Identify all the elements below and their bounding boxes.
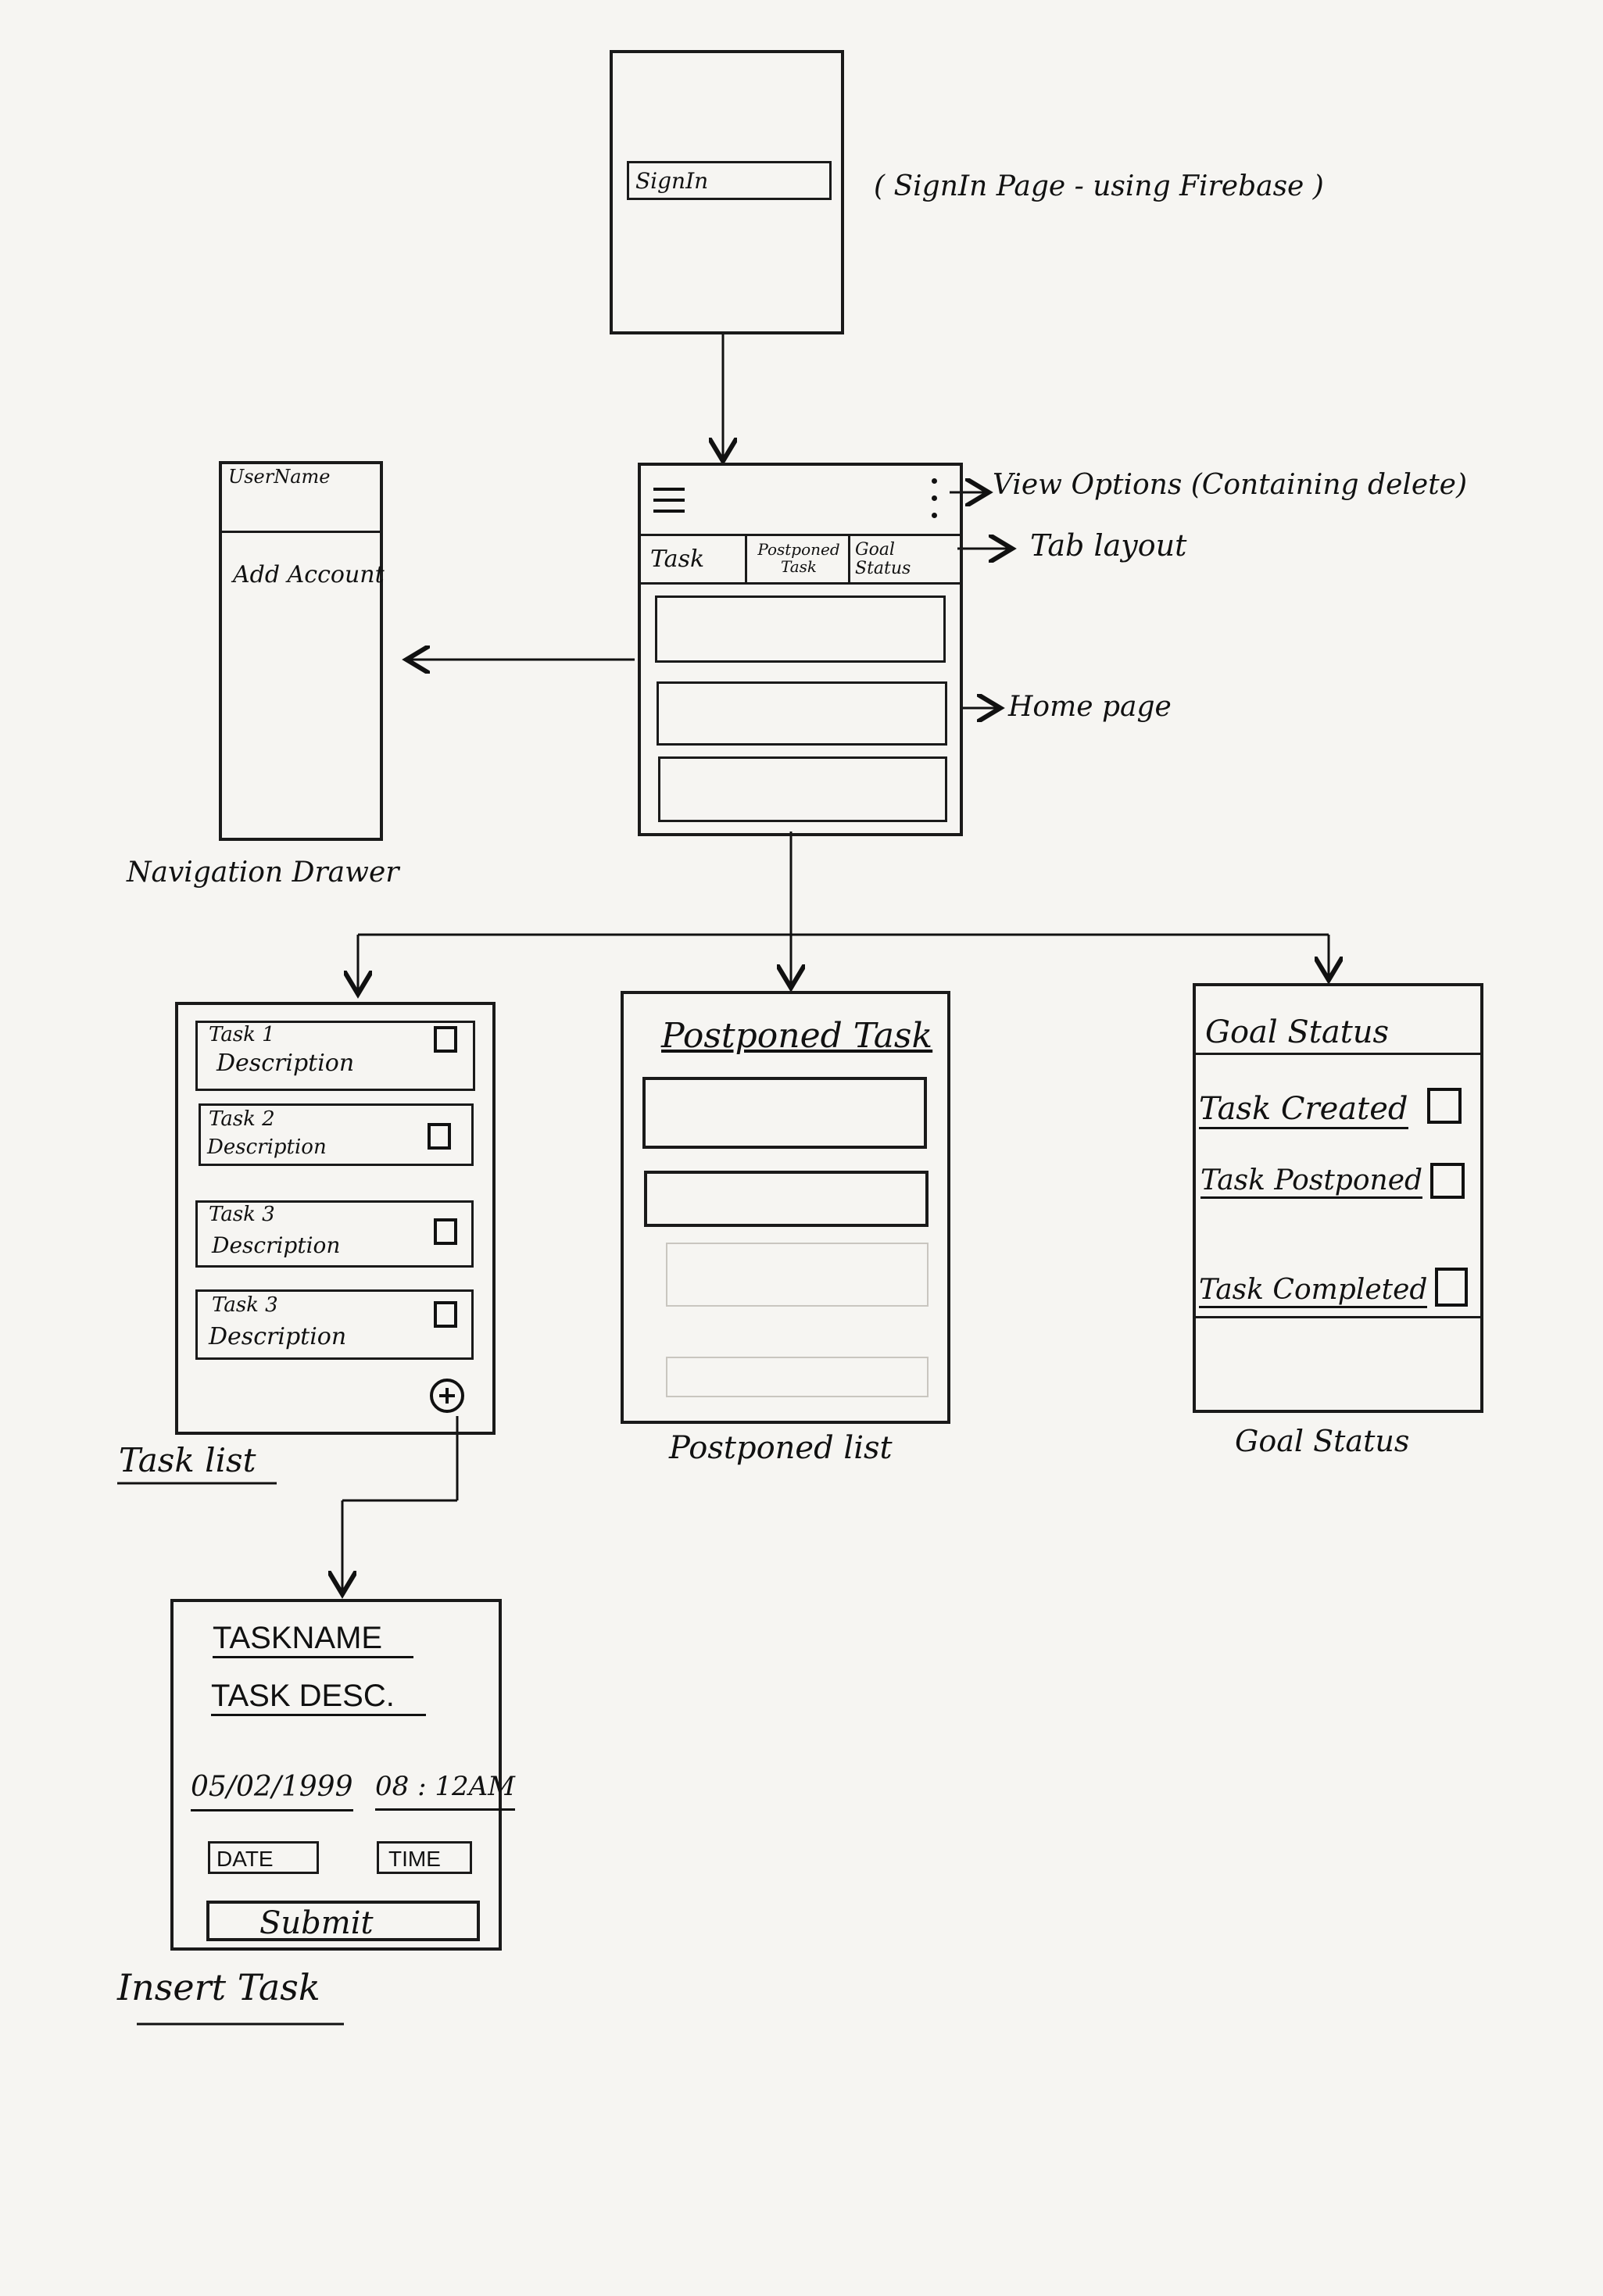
drawer-username: UserName (228, 466, 331, 488)
signin-button[interactable]: SignIn (627, 161, 832, 200)
task-checkbox[interactable] (428, 1123, 451, 1150)
goal-status-header: Goal Status (1196, 986, 1480, 1055)
menu-icon[interactable] (653, 485, 688, 519)
home-page-note: Home page (1008, 691, 1172, 723)
tab-postponed-task[interactable]: Postponed Task (747, 536, 850, 585)
goal-checkbox[interactable] (1435, 1268, 1468, 1307)
tab-postponed-label: Postponed Task (757, 540, 840, 576)
time-button[interactable]: TIME (377, 1841, 472, 1874)
goal-divider (1196, 1316, 1480, 1318)
more-vert-icon[interactable] (929, 478, 941, 524)
time-value: 08 : 12AM (375, 1771, 515, 1811)
tab-goal-status[interactable]: Goal Status (850, 536, 960, 585)
task-checkbox[interactable] (434, 1301, 457, 1328)
task-list-caption: Task list (119, 1441, 256, 1479)
task-title: Task 2 (209, 1107, 275, 1131)
date-value: 05/02/1999 (191, 1771, 353, 1811)
task-item[interactable]: Task 3 Description (195, 1200, 474, 1268)
tab-layout-note: Tab layout (1030, 528, 1187, 563)
postponed-item[interactable] (644, 1171, 929, 1227)
goal-item-label: Task Created (1199, 1091, 1408, 1129)
task-title: Task 3 (212, 1293, 278, 1317)
task-desc-field[interactable]: TASK DESC. (211, 1679, 426, 1716)
tab-task-label: Task (650, 545, 705, 573)
home-card[interactable] (657, 681, 947, 746)
task-name-field[interactable]: TASKNAME (213, 1621, 414, 1658)
home-card[interactable] (655, 595, 946, 663)
add-task-icon[interactable] (430, 1379, 464, 1413)
navigation-drawer-caption: Navigation Drawer (127, 857, 399, 889)
date-button[interactable]: DATE (208, 1841, 319, 1874)
signin-button-label: SignIn (635, 168, 709, 194)
task-item[interactable]: Task 1 Description (195, 1021, 475, 1091)
postponed-item[interactable] (642, 1077, 927, 1149)
task-title: Task 1 (209, 1023, 275, 1046)
time-button-label: TIME (388, 1847, 441, 1871)
home-app-bar (641, 466, 960, 536)
signin-note: ( SignIn Page - using Firebase ) (874, 170, 1324, 202)
task-checkbox[interactable] (434, 1026, 457, 1053)
home-card[interactable] (658, 756, 947, 822)
drawer-add-account[interactable]: Add Account (233, 561, 385, 588)
goal-checkbox[interactable] (1427, 1088, 1462, 1124)
goal-status-caption: Goal Status (1235, 1424, 1410, 1458)
goal-status-title: Goal Status (1205, 1014, 1390, 1050)
drawer-header: UserName (222, 464, 380, 533)
postponed-title: Postponed Task (661, 1016, 933, 1056)
tab-task[interactable]: Task (641, 536, 747, 585)
task-description: Description (212, 1232, 341, 1258)
tab-goal-label: Goal Status (855, 540, 911, 578)
task-description: Description (209, 1323, 347, 1350)
task-title: Task 3 (209, 1203, 275, 1226)
postponed-item-placeholder (666, 1243, 929, 1307)
goal-item-label: Task Postponed (1200, 1164, 1423, 1199)
task-item[interactable]: Task 3 Description (195, 1289, 474, 1360)
submit-button[interactable]: Submit (206, 1901, 480, 1941)
task-description: Description (207, 1135, 327, 1159)
insert-task-caption: Insert Task (117, 1966, 320, 2008)
goal-checkbox[interactable] (1430, 1163, 1465, 1199)
view-options-note: View Options (Containing delete) (993, 469, 1468, 501)
postponed-list-caption: Postponed list (669, 1430, 893, 1466)
task-checkbox[interactable] (434, 1218, 457, 1245)
date-button-label: DATE (216, 1847, 274, 1871)
postponed-item-placeholder (666, 1357, 929, 1397)
task-description: Description (216, 1050, 355, 1077)
submit-button-label: Submit (259, 1905, 374, 1941)
goal-item-label: Task Completed (1199, 1274, 1428, 1308)
task-item[interactable]: Task 2 Description (199, 1103, 474, 1166)
